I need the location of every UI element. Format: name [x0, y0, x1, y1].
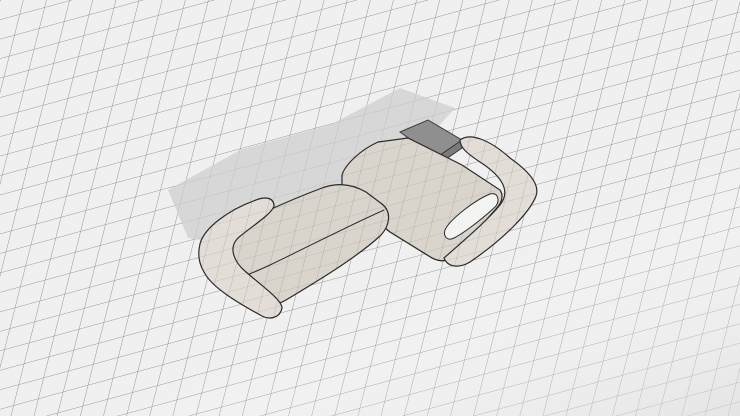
scene-canvas[interactable]	[0, 0, 740, 416]
3d-viewport[interactable]	[0, 0, 740, 416]
